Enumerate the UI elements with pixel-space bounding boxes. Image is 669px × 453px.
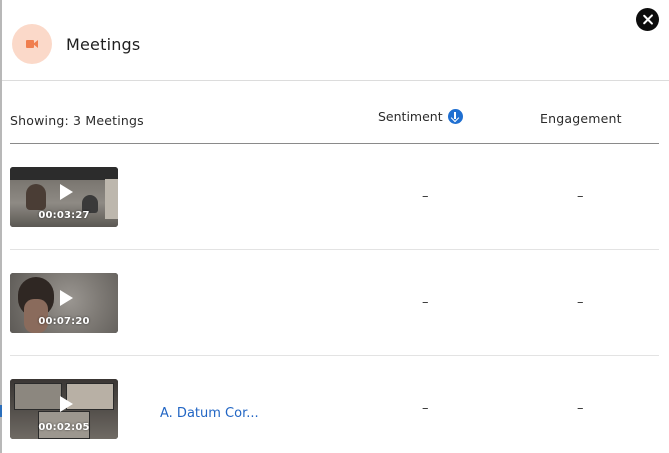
close-icon[interactable] [636, 8, 659, 31]
video-duration: 00:02:05 [38, 422, 90, 433]
video-thumbnail[interactable]: 00:02:05 [10, 379, 118, 439]
video-duration: 00:07:20 [38, 316, 90, 327]
video-thumbnail[interactable]: 00:07:20 [10, 273, 118, 333]
sort-descending-icon[interactable] [447, 109, 463, 124]
engagement-value: – [577, 295, 584, 310]
play-icon[interactable] [60, 290, 73, 306]
engagement-value: – [577, 189, 584, 204]
engagement-value: – [577, 401, 584, 416]
background-link-fragment [0, 405, 2, 417]
video-duration: 00:03:27 [38, 210, 90, 221]
panel-header: Meetings [2, 0, 669, 81]
video-thumbnail[interactable]: 00:03:27 [10, 167, 118, 227]
play-icon[interactable] [60, 396, 73, 412]
sentiment-column-label: Sentiment [378, 109, 443, 124]
panel-title: Meetings [66, 35, 141, 54]
meetings-icon-badge [12, 24, 52, 64]
sentiment-value: – [422, 295, 429, 310]
play-icon[interactable] [60, 184, 73, 200]
sentiment-value: – [422, 401, 429, 416]
sentiment-value: – [422, 189, 429, 204]
engagement-column-header[interactable]: Engagement [540, 111, 622, 126]
table-header: Showing: 3 Meetings Sentiment Engagement [10, 104, 659, 144]
sentiment-column-header[interactable]: Sentiment [378, 109, 463, 124]
table-row: 00:03:27 – – [10, 144, 659, 250]
table-row: 00:02:05 A. Datum Cor... – – [10, 356, 659, 453]
company-link[interactable]: A. Datum Cor... [160, 406, 259, 421]
meeting-count-label: Showing: 3 Meetings [10, 113, 144, 128]
table-row: 00:07:20 – – [10, 250, 659, 356]
